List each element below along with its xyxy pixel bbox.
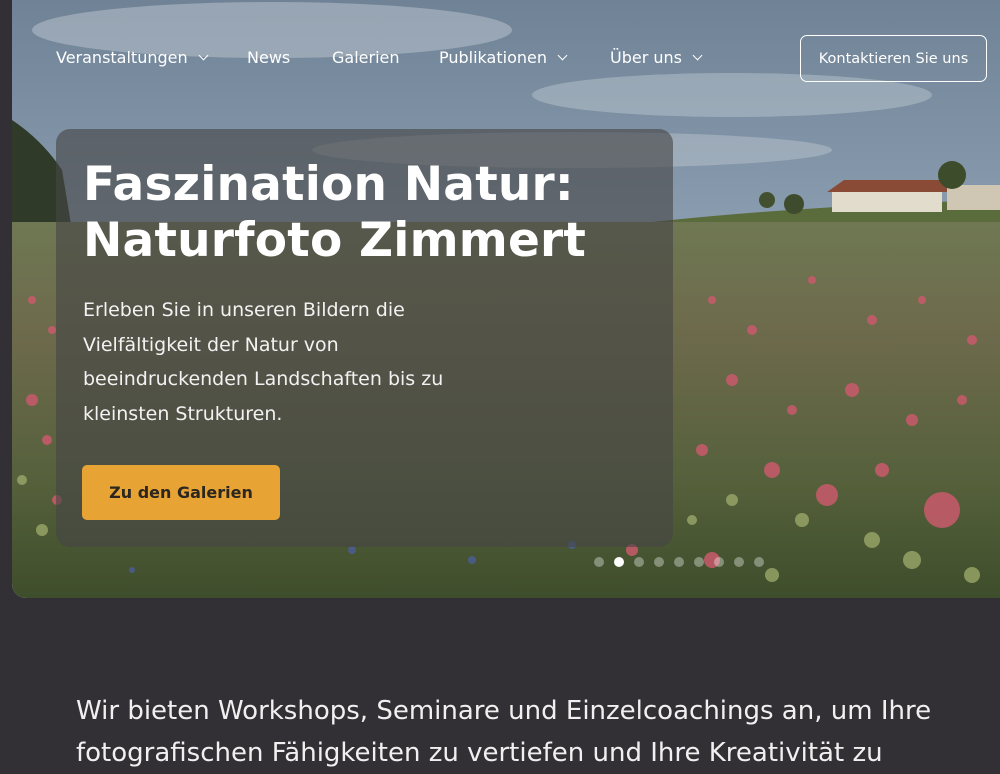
- slider-dot[interactable]: [694, 557, 704, 567]
- slider-dot[interactable]: [674, 557, 684, 567]
- nav-item-ueber-uns[interactable]: Über uns: [610, 48, 703, 67]
- hero-description: Erleben Sie in unseren Bildern die Vielf…: [83, 299, 444, 425]
- chevron-down-icon: [198, 50, 209, 60]
- contact-button[interactable]: Kontaktieren Sie uns: [800, 35, 987, 82]
- nav-item-label: Über uns: [610, 48, 682, 67]
- slider-dot[interactable]: [634, 557, 644, 567]
- chevron-down-icon: [692, 50, 703, 60]
- chevron-down-icon: [557, 50, 568, 60]
- slider-dot[interactable]: [654, 557, 664, 567]
- hero-title: Faszination Natur: Naturfoto Zimmert: [83, 157, 587, 268]
- slider-dot[interactable]: [754, 557, 764, 567]
- nav-item-publikationen[interactable]: Publikationen: [439, 48, 568, 67]
- slider-dot[interactable]: [614, 557, 624, 567]
- nav-item-galerien[interactable]: Galerien: [332, 48, 400, 67]
- nav-item-label: News: [247, 48, 291, 67]
- nav-item-label: Publikationen: [439, 48, 547, 67]
- nav-item-veranstaltungen[interactable]: Veranstaltungen: [56, 48, 209, 67]
- intro-text: Wir bieten Workshops, Seminare und Einze…: [76, 696, 932, 768]
- galleries-button[interactable]: Zu den Galerien: [82, 465, 280, 520]
- slider-dot[interactable]: [714, 557, 724, 567]
- slider-dot[interactable]: [734, 557, 744, 567]
- slider-dot[interactable]: [594, 557, 604, 567]
- main-navigation: Veranstaltungen News Galerien Publikatio…: [0, 0, 1000, 118]
- hero-card: Faszination Natur: Naturfoto Zimmert Erl…: [56, 129, 673, 547]
- nav-item-news[interactable]: News: [247, 48, 290, 67]
- nav-item-label: Galerien: [332, 48, 400, 67]
- slider-pagination: [594, 557, 764, 567]
- nav-item-label: Veranstaltungen: [56, 48, 188, 67]
